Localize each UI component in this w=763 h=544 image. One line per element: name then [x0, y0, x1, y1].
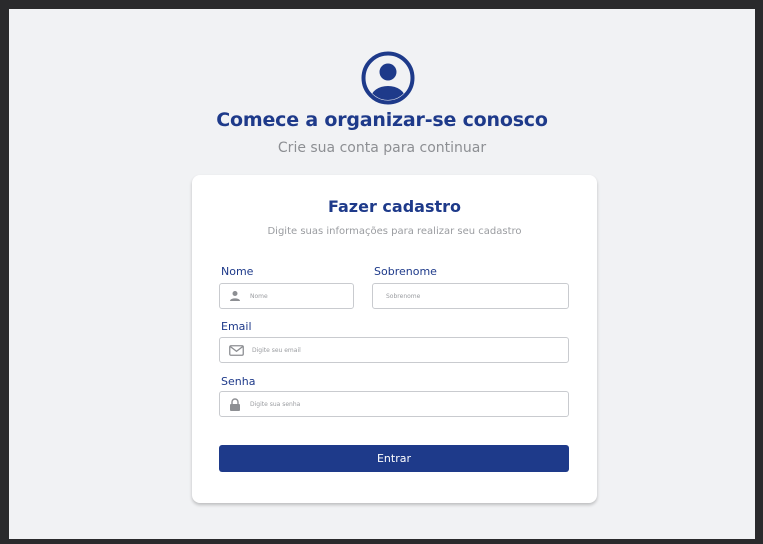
email-input[interactable]	[252, 346, 568, 354]
card-title: Fazer cadastro	[328, 197, 461, 216]
email-field-wrapper[interactable]	[219, 337, 569, 363]
nome-input[interactable]	[250, 292, 353, 300]
sobrenome-input[interactable]	[386, 292, 568, 300]
card-description: Digite suas informações para realizar se…	[267, 226, 522, 237]
mail-icon	[228, 343, 244, 357]
entrar-button[interactable]: Entrar	[219, 445, 569, 472]
email-label: Email	[221, 320, 252, 333]
senha-input[interactable]	[250, 400, 568, 408]
signup-card: Fazer cadastro Digite suas informações p…	[192, 175, 597, 503]
lock-icon	[228, 397, 242, 411]
nome-label: Nome	[221, 265, 254, 278]
page-subheadline: Crie sua conta para continuar	[277, 140, 487, 156]
user-icon	[228, 289, 242, 303]
nome-field-wrapper[interactable]	[219, 283, 354, 309]
senha-field-wrapper[interactable]	[219, 391, 569, 417]
page-headline: Comece a organizar-se conosco	[216, 109, 548, 131]
signup-page: Comece a organizar-se conosco Crie sua c…	[9, 9, 755, 539]
senha-label: Senha	[221, 375, 256, 388]
sobrenome-field-wrapper[interactable]	[372, 283, 569, 309]
sobrenome-label: Sobrenome	[374, 265, 437, 278]
user-circle-icon	[360, 50, 416, 106]
